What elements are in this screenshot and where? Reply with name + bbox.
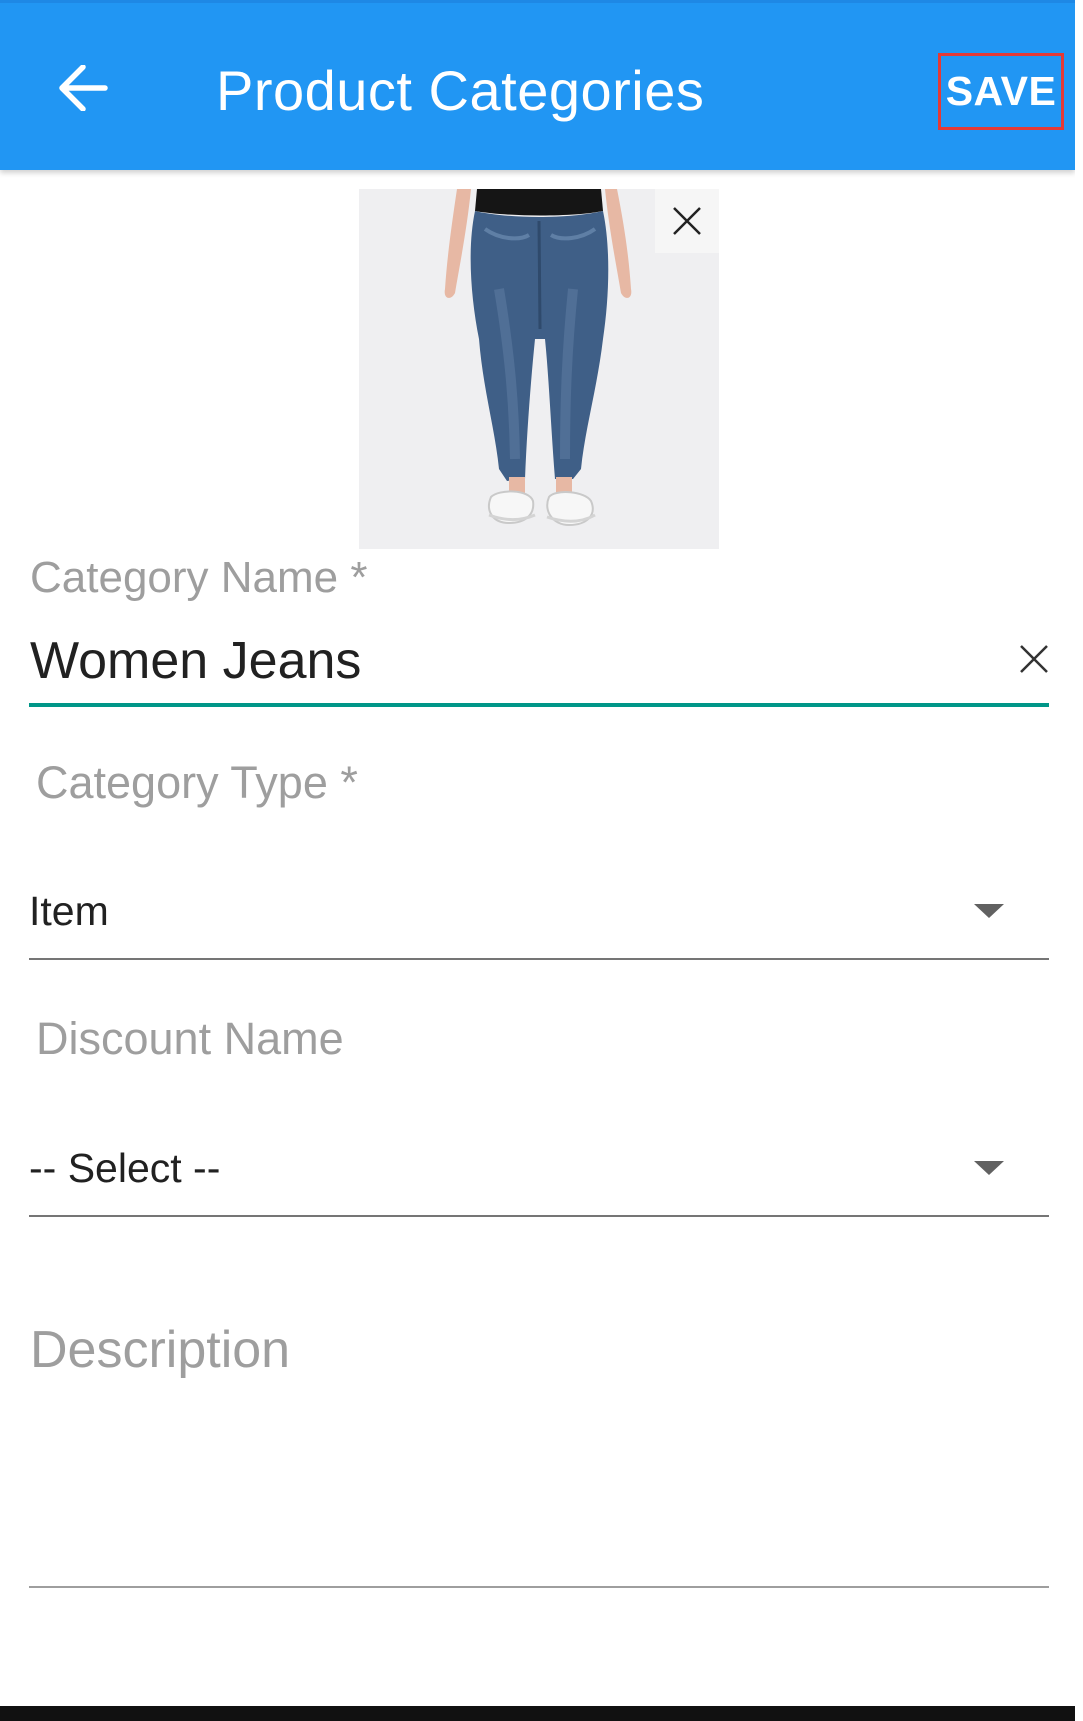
close-icon [673,207,701,235]
remove-image-button[interactable] [655,189,719,253]
back-button[interactable] [48,53,118,123]
app-bar: Product Categories SAVE [0,0,1075,170]
product-category-form-screen: Product Categories SAVE Category Name * … [0,0,1083,1721]
category-name-value: Women Jeans [30,632,362,690]
right-edge [1075,0,1083,1721]
bottom-edge [0,1706,1083,1721]
save-button[interactable]: SAVE [938,53,1064,130]
description-field[interactable] [29,1380,1049,1588]
discount-name-label: Discount Name [36,1013,344,1064]
category-image [359,189,719,549]
close-icon [1020,645,1048,673]
category-name-field[interactable]: Women Jeans [29,625,1049,707]
category-type-label: Category Type * [36,757,358,808]
discount-name-select[interactable]: -- Select -- [29,1145,1049,1217]
caret-down-icon [974,904,1004,918]
category-name-label: Category Name * [30,553,368,602]
clear-name-button[interactable] [1014,639,1054,679]
category-type-select[interactable]: Item [29,888,1049,960]
category-type-value: Item [29,888,109,934]
caret-down-icon [974,1161,1004,1175]
page-title: Product Categories [216,59,705,122]
discount-name-value: -- Select -- [29,1145,221,1191]
arrow-left-icon [59,65,108,111]
description-label: Description [30,1321,291,1379]
